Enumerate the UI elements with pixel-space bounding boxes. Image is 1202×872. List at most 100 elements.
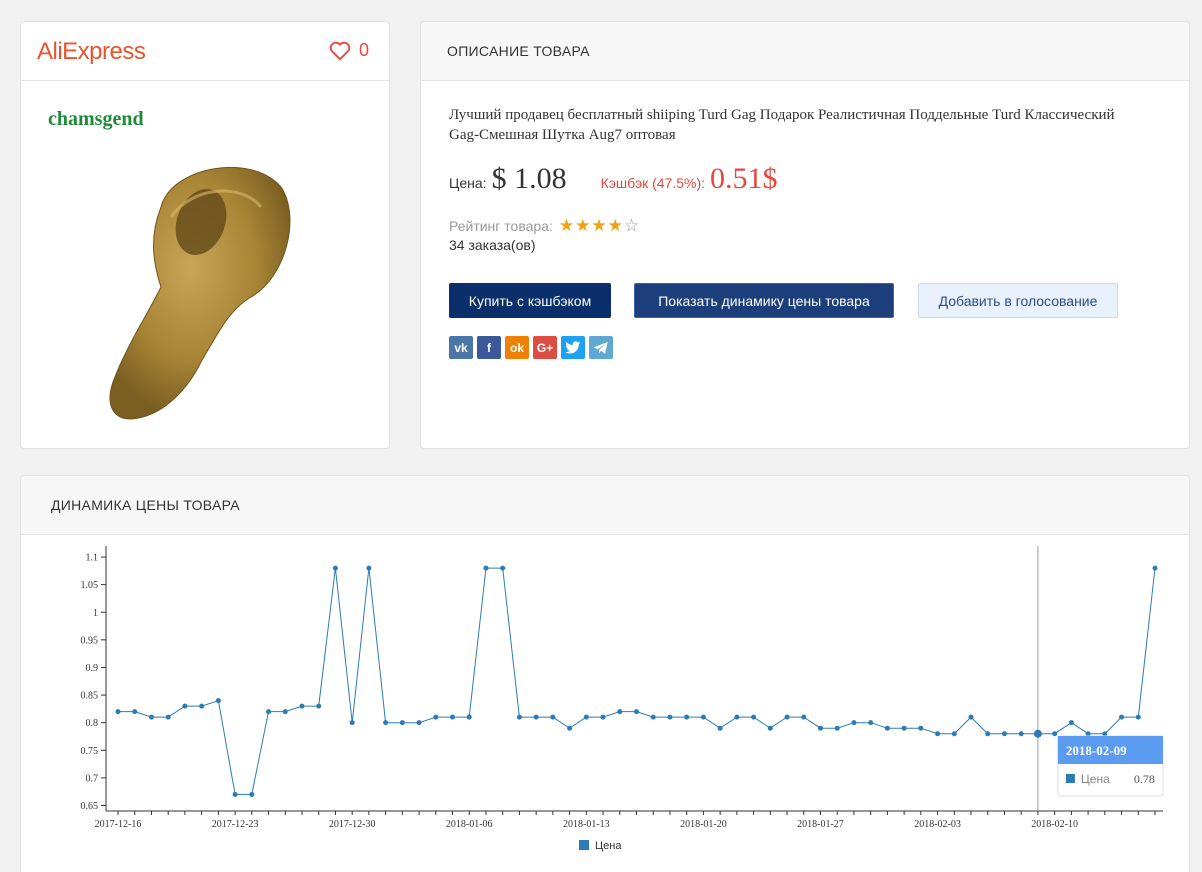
vk-icon[interactable]: vk xyxy=(449,336,473,359)
data-point[interactable] xyxy=(918,725,924,731)
data-point[interactable] xyxy=(801,714,807,720)
data-point[interactable] xyxy=(717,725,723,731)
aliexpress-logo[interactable]: AliExpress xyxy=(37,38,146,66)
data-point[interactable] xyxy=(466,714,472,720)
y-tick-label: 1 xyxy=(93,608,98,619)
data-point[interactable] xyxy=(1068,720,1074,726)
data-point[interactable] xyxy=(500,565,506,571)
data-point[interactable] xyxy=(1102,731,1108,737)
data-point[interactable] xyxy=(884,725,890,731)
favorite-count: 0 xyxy=(358,40,369,60)
y-tick-label: 0.7 xyxy=(86,773,99,784)
data-point[interactable] xyxy=(165,714,171,720)
x-tick-label: 2018-01-27 xyxy=(797,819,844,830)
data-point[interactable] xyxy=(1119,714,1125,720)
data-point[interactable] xyxy=(1135,714,1141,720)
data-point[interactable] xyxy=(1085,731,1091,737)
data-point[interactable] xyxy=(634,709,639,715)
data-point[interactable] xyxy=(115,709,121,715)
data-point[interactable] xyxy=(332,565,338,571)
data-point[interactable] xyxy=(901,725,907,731)
cashback-label: Кэшбэк (47.5%): xyxy=(600,175,706,191)
buy-with-cashback-button[interactable]: Купить с кэшбэком xyxy=(449,283,611,318)
y-tick-label: 0.95 xyxy=(81,635,99,646)
favorite-button[interactable]: 0 xyxy=(329,40,369,61)
data-point[interactable] xyxy=(617,709,623,715)
data-point[interactable] xyxy=(533,714,539,720)
twitter-icon[interactable] xyxy=(561,336,585,359)
data-point[interactable] xyxy=(249,791,255,797)
data-point[interactable] xyxy=(199,703,205,709)
data-point[interactable] xyxy=(232,791,238,797)
heart-icon xyxy=(329,41,351,60)
tooltip-series: Цена xyxy=(1081,772,1110,786)
data-point[interactable] xyxy=(650,714,656,720)
data-point[interactable] xyxy=(700,714,706,720)
y-tick-label: 0.65 xyxy=(81,801,99,812)
x-tick-label: 2017-12-16 xyxy=(95,819,142,830)
data-point[interactable] xyxy=(1052,731,1058,737)
data-point[interactable] xyxy=(182,703,188,709)
data-point[interactable] xyxy=(751,714,757,720)
data-point[interactable] xyxy=(550,714,556,720)
product-image xyxy=(109,166,291,420)
data-point[interactable] xyxy=(834,725,840,731)
data-point[interactable] xyxy=(1018,731,1024,737)
odnoklassniki-icon[interactable]: ok xyxy=(505,336,529,359)
data-point[interactable] xyxy=(784,714,790,720)
show-price-dynamics-button[interactable]: Показать динамику цены товара xyxy=(634,283,894,318)
chart-legend[interactable]: Цена xyxy=(579,840,622,852)
data-point[interactable] xyxy=(1152,565,1158,571)
data-point[interactable] xyxy=(282,709,288,715)
data-point[interactable] xyxy=(383,720,389,726)
data-point[interactable] xyxy=(516,714,522,720)
data-point[interactable] xyxy=(567,725,573,731)
data-point[interactable] xyxy=(951,731,957,737)
data-point[interactable] xyxy=(851,720,857,726)
data-point[interactable] xyxy=(132,709,138,715)
data-point[interactable] xyxy=(968,714,974,720)
data-point[interactable] xyxy=(450,714,456,720)
star-filled-icon: ★ xyxy=(575,216,592,235)
data-point[interactable] xyxy=(583,714,589,720)
data-point[interactable] xyxy=(349,720,355,726)
star-filled-icon: ★ xyxy=(558,216,576,235)
google-plus-icon[interactable]: G+ xyxy=(533,336,557,359)
data-point[interactable] xyxy=(316,703,322,709)
data-point[interactable] xyxy=(600,714,606,720)
data-point[interactable] xyxy=(1033,729,1042,738)
price-chart[interactable]: 0.65 0.7 0.75 0.8 0.85 0.9 0.95 1 1.05 1.1 2017-12… xyxy=(21,531,1191,871)
data-point[interactable] xyxy=(399,720,405,726)
data-point[interactable] xyxy=(416,720,422,726)
data-point[interactable] xyxy=(1001,731,1007,737)
y-tick-label: 1.1 xyxy=(86,553,99,564)
data-point[interactable] xyxy=(684,714,690,720)
data-point[interactable] xyxy=(935,731,941,737)
y-tick-label: 0.85 xyxy=(81,691,99,702)
star-filled-icon: ★ xyxy=(607,216,624,235)
y-tick-label: 0.9 xyxy=(86,663,99,674)
description-header: ОПИСАНИЕ ТОВАРА xyxy=(421,22,1189,81)
data-point[interactable] xyxy=(433,714,439,720)
data-point[interactable] xyxy=(266,709,272,715)
price-row: Цена: $ 1.08 Кэшбэк (47.5%): 0.51$ xyxy=(449,162,778,196)
data-point[interactable] xyxy=(817,725,823,731)
description-card: ОПИСАНИЕ ТОВАРА Лучший продавец бесплатн… xyxy=(420,21,1190,449)
data-point[interactable] xyxy=(734,714,740,720)
tooltip-date: 2018-02-09 xyxy=(1066,743,1127,758)
data-point[interactable] xyxy=(868,720,874,726)
cashback-value: 0.51$ xyxy=(710,162,778,195)
data-point[interactable] xyxy=(299,703,305,709)
data-point[interactable] xyxy=(148,714,154,720)
y-tick-label: 1.05 xyxy=(81,580,99,591)
telegram-icon[interactable] xyxy=(589,336,613,359)
data-point[interactable] xyxy=(483,565,489,571)
data-point[interactable] xyxy=(985,731,991,737)
data-point[interactable] xyxy=(667,714,673,720)
facebook-icon[interactable]: f xyxy=(477,336,501,359)
x-tick-label: 2017-12-23 xyxy=(212,819,259,830)
data-point[interactable] xyxy=(366,565,372,571)
data-point[interactable] xyxy=(767,725,773,731)
data-point[interactable] xyxy=(215,698,221,704)
add-to-vote-button[interactable]: Добавить в голосование xyxy=(918,283,1118,318)
